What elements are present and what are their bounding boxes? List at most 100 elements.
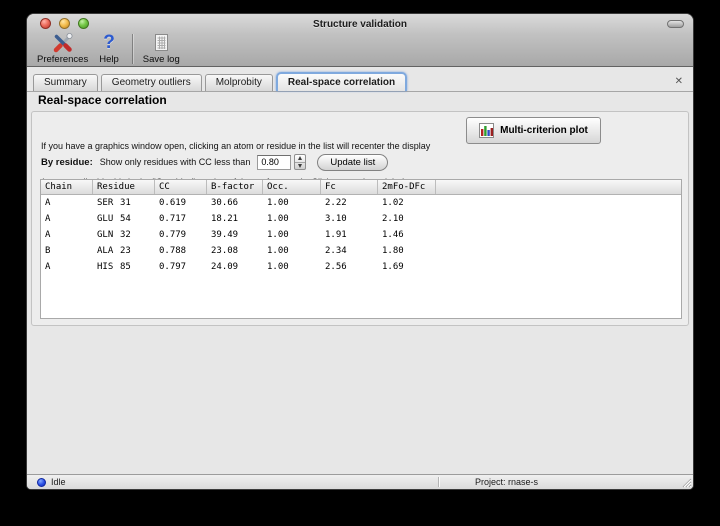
cell-b-factor: 23.08 — [211, 246, 239, 256]
cell-fc: 3.10 — [325, 214, 347, 224]
cell-occ: 1.00 — [267, 230, 289, 240]
stepper-down-button[interactable] — [295, 161, 306, 170]
titlebar[interactable]: Structure validation — [27, 14, 693, 34]
table-row[interactable]: A GLU 54 0.717 18.21 1.00 3.10 2.10 — [41, 211, 681, 227]
save-log-button[interactable]: Save log — [143, 32, 180, 65]
preferences-button[interactable]: Preferences — [37, 32, 88, 65]
cell-2mfo-dfc: 2.10 — [382, 214, 404, 224]
column-header-b-factor[interactable]: B-factor — [207, 180, 263, 194]
cell-occ: 1.00 — [267, 246, 289, 256]
cell-b-factor: 24.09 — [211, 262, 239, 272]
cell-cc: 0.619 — [159, 198, 187, 208]
minimize-window-button[interactable] — [59, 18, 70, 29]
cell-filler — [436, 243, 681, 259]
cell-filler — [436, 195, 681, 211]
cell-2mfo-dfc: 1.69 — [382, 262, 404, 272]
toolbar-separator — [131, 34, 133, 64]
residue-list: Chain Residue CC B-factor Occ. Fc 2mFo-D… — [40, 179, 682, 319]
status-divider — [438, 477, 439, 487]
residue-list-header: Chain Residue CC B-factor Occ. Fc 2mFo-D… — [41, 180, 681, 195]
status-led-icon — [37, 478, 46, 487]
cc-threshold-input[interactable] — [257, 154, 292, 170]
cell-occ: 1.00 — [267, 262, 289, 272]
table-row[interactable]: A HIS 85 0.797 24.09 1.00 2.56 1.69 — [41, 259, 681, 275]
tab-real-space-correlation[interactable]: Real-space correlation — [275, 72, 408, 91]
cell-fc: 2.56 — [325, 262, 347, 272]
cell-fc: 2.22 — [325, 198, 347, 208]
preferences-label: Preferences — [37, 54, 89, 65]
cell-cc: 0.797 — [159, 262, 187, 272]
cell-2mfo-dfc: 1.02 — [382, 198, 404, 208]
cell-cc: 0.779 — [159, 230, 187, 240]
save-log-label: Save log — [142, 54, 180, 65]
cc-threshold-stepper — [294, 154, 307, 170]
cell-occ: 1.00 — [267, 214, 289, 224]
spreadsheet-icon — [153, 32, 170, 53]
cell-residue: ALA 23 — [97, 246, 131, 256]
column-header-2mfo-dfc[interactable]: 2mFo-DFc — [378, 180, 436, 194]
status-text: Idle — [51, 477, 66, 487]
cc-threshold-label: Show only residues with CC less than — [99, 157, 251, 167]
tab-molprobity[interactable]: Molprobity — [204, 74, 273, 91]
cell-fc: 1.91 — [325, 230, 347, 240]
real-space-correlation-panel: If you have a graphics window open, clic… — [31, 111, 689, 326]
column-header-cc[interactable]: CC — [155, 180, 207, 194]
cell-cc: 0.788 — [159, 246, 187, 256]
cell-residue: HIS 85 — [97, 262, 131, 272]
cell-2mfo-dfc: 1.46 — [382, 230, 404, 240]
cell-chain: A — [45, 262, 51, 272]
table-row[interactable]: A GLN 32 0.779 39.49 1.00 1.91 1.46 — [41, 227, 681, 243]
column-header-occ[interactable]: Occ. — [263, 180, 321, 194]
by-residue-label: By residue: — [41, 156, 93, 168]
cell-residue: SER 31 — [97, 198, 131, 208]
tab-strip: Summary Geometry outliers Molprobity Rea… — [27, 72, 693, 92]
toolbar-toggle-button[interactable] — [667, 20, 684, 28]
column-header-chain[interactable]: Chain — [41, 180, 93, 194]
cell-occ: 1.00 — [267, 198, 289, 208]
filter-row: By residue: Show only residues with CC l… — [41, 152, 389, 172]
traffic-lights — [40, 18, 89, 29]
tab-geometry-outliers[interactable]: Geometry outliers — [100, 74, 202, 91]
info-line: If you have a graphics window open, clic… — [41, 141, 431, 151]
cell-b-factor: 18.21 — [211, 214, 239, 224]
cell-residue: GLU 54 — [97, 214, 131, 224]
window-header: Structure validation Preferences ? Help … — [27, 14, 693, 67]
residue-list-body: A SER 31 0.619 30.66 1.00 2.22 1.02 A GLU… — [41, 195, 681, 318]
column-header-fc[interactable]: Fc — [321, 180, 378, 194]
close-window-button[interactable] — [40, 18, 51, 29]
plot-button-label: Multi-criterion plot — [500, 125, 588, 136]
column-header-filler — [436, 180, 681, 194]
page-title: Real-space correlation — [38, 93, 167, 107]
toolbar: Preferences ? Help Save log — [27, 32, 693, 67]
column-header-residue[interactable]: Residue — [93, 180, 155, 194]
status-bar: Idle Project: rnase-s — [27, 474, 693, 489]
zoom-window-button[interactable] — [78, 18, 89, 29]
table-row[interactable]: A SER 31 0.619 30.66 1.00 2.22 1.02 — [41, 195, 681, 211]
window-title: Structure validation — [313, 19, 407, 30]
cell-chain: B — [45, 246, 51, 256]
project-label: Project: rnase-s — [475, 477, 539, 487]
cell-filler — [436, 259, 681, 275]
update-list-button[interactable]: Update list — [317, 153, 389, 171]
chevron-up-icon — [298, 156, 303, 161]
table-row[interactable]: B ALA 23 0.788 23.08 1.00 2.34 1.80 — [41, 243, 681, 259]
tab-summary[interactable]: Summary — [33, 74, 98, 91]
cell-2mfo-dfc: 1.80 — [382, 246, 404, 256]
cell-residue: GLN 32 — [97, 230, 131, 240]
cell-filler — [436, 227, 681, 243]
tools-icon — [52, 32, 74, 53]
tab-page: Summary Geometry outliers Molprobity Rea… — [27, 68, 693, 489]
cell-chain: A — [45, 214, 51, 224]
cell-cc: 0.717 — [159, 214, 187, 224]
cell-filler — [436, 211, 681, 227]
cell-chain: A — [45, 230, 51, 240]
chevron-down-icon — [298, 163, 303, 168]
bar-chart-icon — [479, 123, 495, 138]
cell-b-factor: 39.49 — [211, 230, 239, 240]
multi-criterion-plot-button[interactable]: Multi-criterion plot — [466, 117, 601, 144]
cell-fc: 2.34 — [325, 246, 347, 256]
resize-grip[interactable] — [680, 476, 692, 488]
structure-validation-window: Structure validation Preferences ? Help … — [27, 14, 693, 489]
close-tab-icon[interactable]: ✕ — [675, 75, 683, 89]
help-button[interactable]: ? Help — [99, 32, 119, 65]
